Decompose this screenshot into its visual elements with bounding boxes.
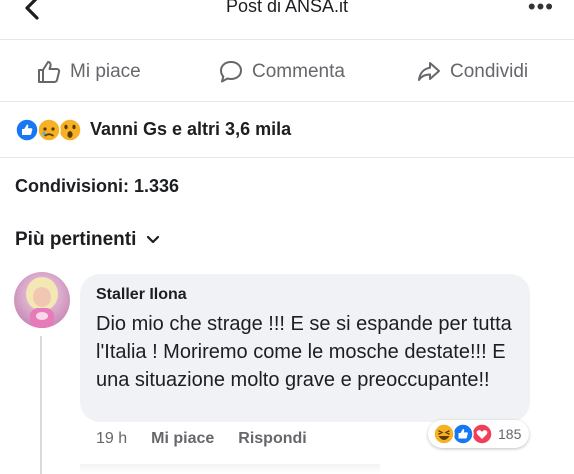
top-bar: Post di ANSA.it ••• <box>0 0 574 40</box>
comment-author[interactable]: Staller Ilona <box>96 286 187 304</box>
comment-time[interactable]: 19 h <box>96 430 127 448</box>
comment-button[interactable]: Commenta <box>218 58 345 86</box>
avatar-image <box>14 272 70 328</box>
comments-sort-dropdown[interactable]: Più pertinenti <box>15 229 160 251</box>
shares-count[interactable]: Condivisioni: 1.336 <box>15 176 179 197</box>
chevron-down-icon <box>147 235 160 244</box>
share-button[interactable]: Condividi <box>416 58 528 86</box>
love-reaction-icon <box>471 423 493 445</box>
thumbs-up-icon <box>38 61 61 83</box>
comment-reaction-count: 185 <box>498 426 522 442</box>
more-options-button[interactable]: ••• <box>528 0 554 20</box>
comment-bubble: Staller Ilona Dio mio che strage !!! E s… <box>80 274 530 422</box>
share-icon <box>418 62 440 81</box>
like-label: Mi piace <box>70 61 141 82</box>
avatar[interactable] <box>14 272 70 328</box>
like-reaction-icon <box>452 423 474 445</box>
wow-reaction-icon <box>58 118 82 142</box>
comment-reaction-icons <box>433 423 493 445</box>
reaction-icons-group <box>15 118 82 142</box>
comment-reactions-badge[interactable]: 185 <box>428 420 530 448</box>
reactions-summary[interactable]: Vanni Gs e altri 3,6 mila <box>0 102 574 158</box>
like-reaction-icon <box>15 118 39 142</box>
reactions-text: Vanni Gs e altri 3,6 mila <box>90 119 292 139</box>
share-label: Condividi <box>450 61 529 82</box>
like-button[interactable]: Mi piace <box>36 58 141 86</box>
page-title: Post di ANSA.it <box>225 0 349 16</box>
comment-meta: 19 h Mi piace Rispondi <box>96 430 331 448</box>
comment-reply-button[interactable]: Rispondi <box>238 430 306 448</box>
haha-reaction-icon <box>433 423 455 445</box>
sad-reaction-icon <box>37 118 61 142</box>
next-content-fade <box>80 464 380 474</box>
sort-label: Più pertinenti <box>15 229 137 250</box>
post-action-bar: Mi piace Commenta Condividi <box>0 40 574 102</box>
comment-icon <box>220 61 242 83</box>
thread-line <box>40 336 42 474</box>
comment-label: Commenta <box>252 61 345 82</box>
comment-text: Dio mio che strage !!! E se si espande p… <box>96 313 512 391</box>
comment-like-button[interactable]: Mi piace <box>151 430 214 448</box>
